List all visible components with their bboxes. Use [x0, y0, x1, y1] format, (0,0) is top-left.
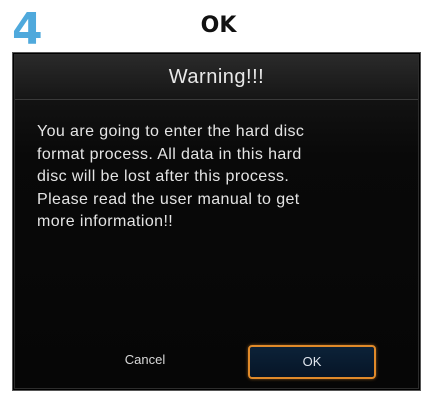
dialog-title: Warning!!! [168, 65, 265, 88]
step-heading: OK [200, 13, 237, 38]
screen-frame: Warning!!! You are going to enter the ha… [12, 52, 421, 391]
warning-dialog: Warning!!! You are going to enter the ha… [14, 54, 419, 389]
dialog-message: You are going to enter the hard disc for… [37, 123, 305, 230]
cancel-button[interactable]: Cancel [105, 347, 185, 373]
dialog-titlebar: Warning!!! [15, 55, 418, 100]
ok-button[interactable]: OK [248, 345, 376, 379]
